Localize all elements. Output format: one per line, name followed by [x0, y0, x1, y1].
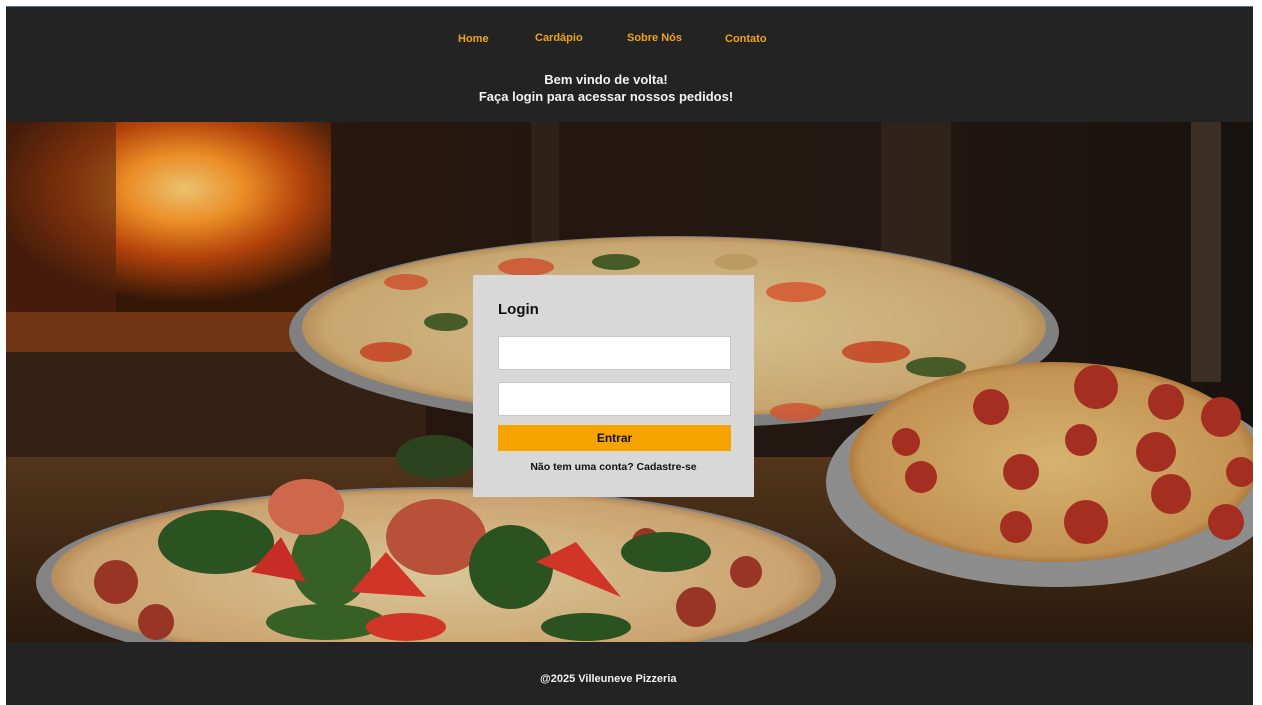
welcome-line-2: Faça login para acessar nossos pedidos!	[478, 89, 734, 104]
copyright-text: @2025 Villeuneve Pizzeria	[540, 673, 677, 685]
welcome-line-1: Bem vindo de volta!	[544, 72, 668, 87]
hero-section: Login Entrar Não tem uma conta? Cadastre…	[6, 122, 1253, 642]
username-input[interactable]	[498, 336, 731, 370]
password-input[interactable]	[498, 382, 731, 416]
nav-link-about[interactable]: Sobre Nós	[627, 32, 682, 44]
site-header: Home Cardápio Sobre Nós Contato Bem vind…	[6, 7, 1253, 122]
page-frame: Home Cardápio Sobre Nós Contato Bem vind…	[6, 6, 1253, 705]
main-nav: Home Cardápio Sobre Nós Contato	[6, 32, 1253, 52]
welcome-message: Bem vindo de volta! Faça login para aces…	[6, 71, 1206, 105]
signup-link[interactable]: Não tem uma conta? Cadastre-se	[473, 461, 754, 473]
nav-link-menu[interactable]: Cardápio	[535, 32, 583, 44]
login-card: Login Entrar Não tem uma conta? Cadastre…	[473, 275, 754, 497]
nav-link-contact[interactable]: Contato	[725, 33, 767, 45]
login-submit-button[interactable]: Entrar	[498, 425, 731, 451]
nav-link-home[interactable]: Home	[458, 33, 489, 45]
login-title: Login	[498, 301, 539, 318]
site-footer: @2025 Villeuneve Pizzeria	[6, 642, 1253, 705]
